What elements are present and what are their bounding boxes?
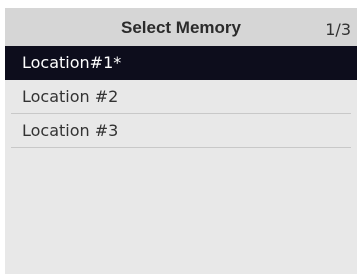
list-item-location-3[interactable]: Location #3 xyxy=(11,114,351,148)
memory-location-list: Location#1* Location #2 Location #3 xyxy=(5,46,357,148)
list-item-location-1[interactable]: Location#1* xyxy=(5,46,357,80)
memory-panel: Select Memory 1/3 Location#1* Location #… xyxy=(5,8,357,274)
page-title: Select Memory xyxy=(121,18,241,37)
page-indicator: 1/3 xyxy=(325,20,351,39)
device-screen: Select Memory 1/3 Location#1* Location #… xyxy=(0,0,363,275)
list-item-location-2[interactable]: Location #2 xyxy=(11,80,351,114)
header-bar: Select Memory 1/3 xyxy=(5,8,357,46)
